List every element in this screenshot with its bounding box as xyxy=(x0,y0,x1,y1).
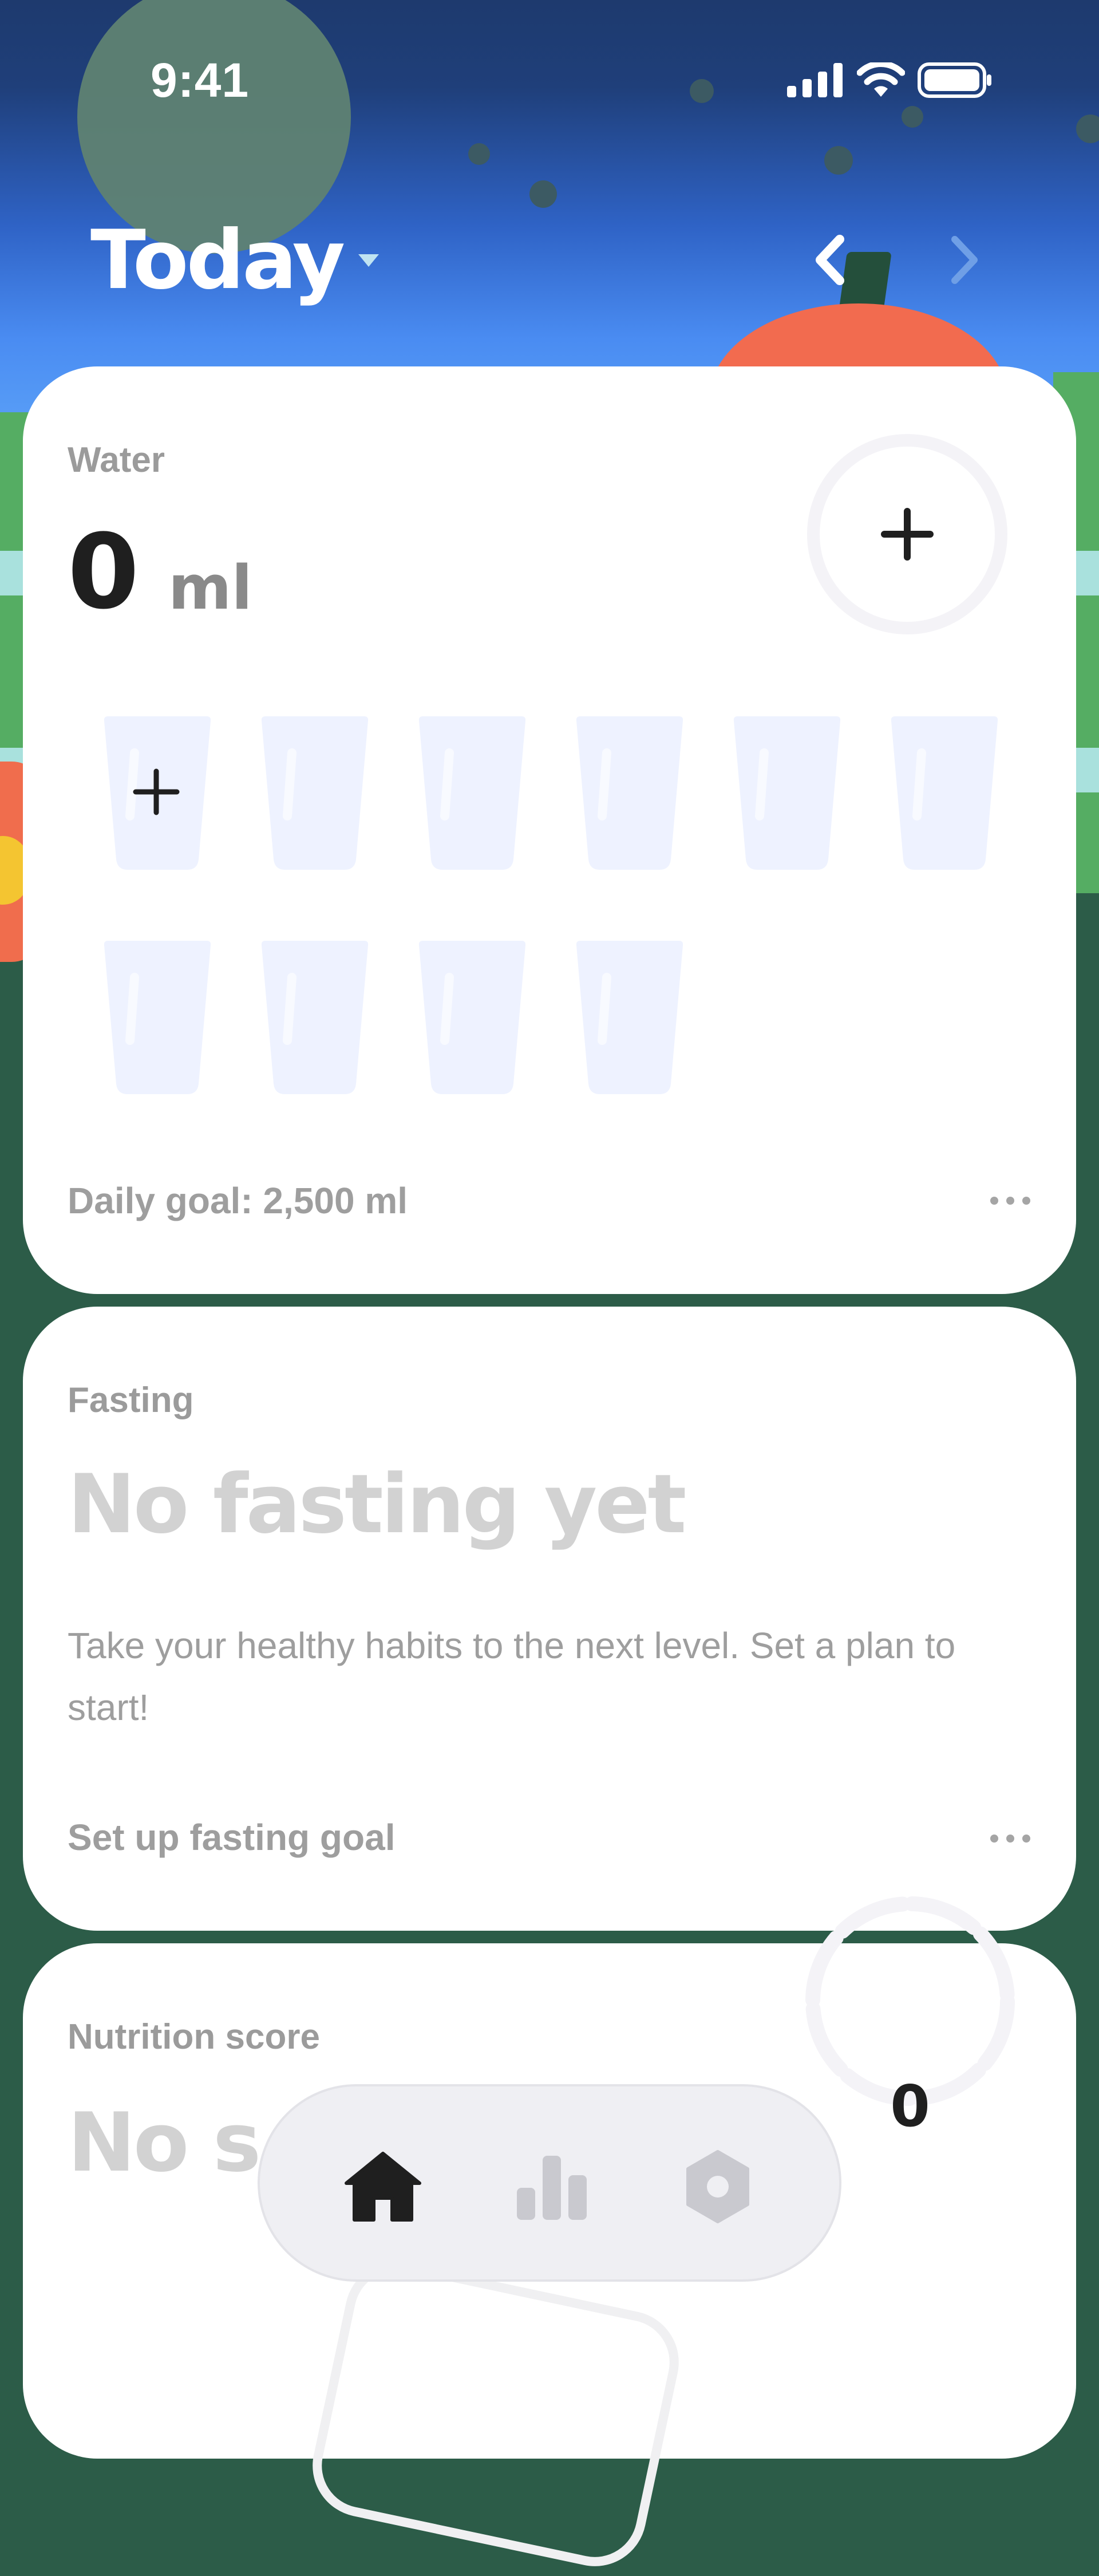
status-icons xyxy=(787,60,993,100)
next-day-button[interactable] xyxy=(944,230,985,290)
status-time: 9:41 xyxy=(151,53,250,107)
water-glass[interactable] xyxy=(572,713,687,873)
star-decoration xyxy=(902,106,923,128)
stats-icon xyxy=(517,2156,587,2220)
fasting-description: Take your healthy habits to the next lev… xyxy=(68,1625,956,1728)
tab-bar xyxy=(258,2084,841,2282)
water-glass[interactable] xyxy=(258,937,372,1098)
star-decoration xyxy=(690,79,714,103)
signal-icon xyxy=(787,63,843,97)
nutrition-label: Nutrition score xyxy=(68,2017,320,2057)
water-glass[interactable] xyxy=(887,713,1002,873)
previous-day-button[interactable] xyxy=(810,230,850,290)
tab-home[interactable] xyxy=(340,2144,426,2230)
water-more-button[interactable] xyxy=(990,1197,1030,1205)
add-glass-button[interactable] xyxy=(100,713,215,873)
fasting-title: No fasting yet xyxy=(68,1457,686,1552)
star-decoration xyxy=(824,146,853,175)
page-title[interactable]: Today xyxy=(90,213,345,307)
water-glass[interactable] xyxy=(572,937,687,1098)
water-label: Water xyxy=(68,440,165,480)
tab-stats[interactable] xyxy=(509,2144,595,2230)
star-decoration xyxy=(468,143,490,165)
water-glass[interactable] xyxy=(258,713,372,873)
star-decoration xyxy=(529,180,557,208)
nutrition-score-value: 0 xyxy=(890,2073,930,2140)
fasting-more-button[interactable] xyxy=(990,1835,1030,1843)
water-glass[interactable] xyxy=(415,713,529,873)
tab-settings[interactable] xyxy=(675,2144,761,2230)
settings-icon xyxy=(686,2150,749,2223)
fasting-label: Fasting xyxy=(68,1380,194,1420)
chevron-down-icon[interactable] xyxy=(356,252,381,269)
nutrition-title: No s xyxy=(68,2096,261,2190)
water-amount: 0 xyxy=(68,512,140,632)
water-glass[interactable] xyxy=(730,713,844,873)
plus-icon xyxy=(881,508,934,561)
wifi-icon xyxy=(857,62,905,97)
water-glass[interactable] xyxy=(415,937,529,1098)
setup-fasting-link[interactable]: Set up fasting goal xyxy=(68,1816,395,1859)
water-glass[interactable] xyxy=(100,937,215,1098)
battery-icon xyxy=(918,62,991,98)
home-icon xyxy=(345,2152,421,2222)
daily-goal: Daily goal: 2,500 ml xyxy=(68,1180,408,1221)
water-unit: ml xyxy=(168,553,252,623)
add-water-button[interactable] xyxy=(807,434,1007,634)
